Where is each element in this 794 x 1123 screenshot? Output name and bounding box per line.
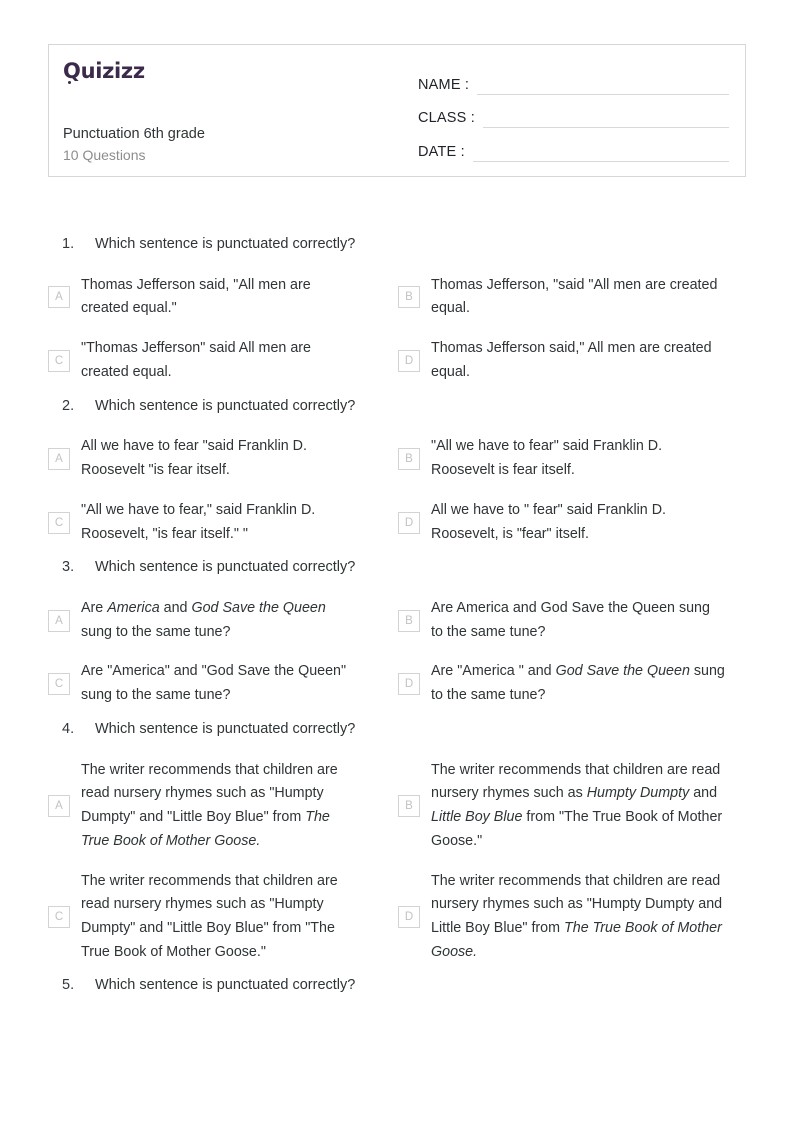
question-prompt: Which sentence is punctuated correctly? xyxy=(95,236,356,252)
answer-option-c[interactable]: C The writer recommends that children are… xyxy=(48,862,398,973)
quizizz-logo: Quizizz xyxy=(63,59,404,84)
answer-option-c[interactable]: C Are "America" and "God Save the Queen" … xyxy=(48,652,398,715)
question-number: 3. xyxy=(62,559,75,576)
date-input-line[interactable] xyxy=(472,161,729,163)
option-letter-badge: B xyxy=(398,609,420,632)
option-letter-badge: C xyxy=(48,673,70,696)
option-text: Thomas Jefferson, "said "All men are cre… xyxy=(431,276,718,317)
question-block: 2. Which sentence is punctuated correctly… xyxy=(48,396,748,555)
option-text: Are "America" and "God Save the Queen" s… xyxy=(81,663,347,704)
answer-option-c[interactable]: C "All we have to fear," said Franklin D.… xyxy=(48,491,398,554)
question-header: 4. Which sentence is punctuated correctly… xyxy=(48,719,748,741)
answer-option-b[interactable]: B Are America and God Save the Queen sung… xyxy=(398,589,748,652)
question-header: 3. Which sentence is punctuated correctly… xyxy=(48,557,748,579)
answer-option-d[interactable]: D All we have to " fear" said Franklin D.… xyxy=(398,491,748,554)
option-letter-badge: D xyxy=(398,905,420,928)
option-text: The writer recommends that children are … xyxy=(431,872,723,960)
question-prompt: Which sentence is punctuated correctly? xyxy=(95,559,356,576)
question-block: 1. Which sentence is punctuated correctly… xyxy=(48,234,748,393)
class-field-row: CLASS : xyxy=(418,95,729,129)
answer-options: A Thomas Jefferson said, "All men are cre… xyxy=(48,266,748,393)
option-letter-badge: C xyxy=(48,905,70,928)
option-letter-badge: C xyxy=(48,349,70,372)
answer-option-b[interactable]: B Thomas Jefferson, "said "All men are cr… xyxy=(398,266,748,329)
question-block: 4. Which sentence is punctuated correctly… xyxy=(48,719,748,973)
option-letter-badge: B xyxy=(398,286,420,309)
option-text: All we have to fear "said Franklin D. Ro… xyxy=(81,438,307,479)
question-block: 3. Which sentence is punctuated correctly… xyxy=(48,557,748,716)
question-header: 2. Which sentence is punctuated correctly… xyxy=(48,396,748,418)
logo-q-glyph: Q xyxy=(63,59,81,84)
option-letter-badge: D xyxy=(398,673,420,696)
logo-wordmark-rest: uizizz xyxy=(80,59,146,83)
question-prompt: Which sentence is punctuated correctly? xyxy=(95,977,356,994)
question-prompt: Which sentence is punctuated correctly? xyxy=(95,397,356,414)
question-count: 10 Questions xyxy=(63,147,146,164)
question-number: 2. xyxy=(62,397,75,414)
name-field-label: NAME : xyxy=(418,76,470,93)
date-field-row: DATE : xyxy=(418,128,729,163)
answer-option-a[interactable]: A Thomas Jefferson said, "All men are cre… xyxy=(48,266,398,329)
answer-option-b[interactable]: B The writer recommends that children are… xyxy=(398,751,748,862)
option-text: The writer recommends that children are … xyxy=(81,872,338,960)
option-text: All we have to " fear" said Franklin D. … xyxy=(431,501,667,542)
page-title: Punctuation 6th grade xyxy=(63,126,205,142)
question-number: 4. xyxy=(62,720,75,737)
student-info-fields: NAME : CLASS : DATE : xyxy=(404,45,745,176)
option-letter-badge: B xyxy=(398,795,420,818)
header-left-column: Quizizz Punctuation 6th grade 10 Questio… xyxy=(49,45,404,176)
option-text: "Thomas Jefferson" said All men are crea… xyxy=(81,340,312,380)
logo-q-dot-icon xyxy=(68,81,71,84)
question-header: 1. Which sentence is punctuated correctly… xyxy=(48,234,748,256)
questions-list: 1. Which sentence is punctuated correctly… xyxy=(48,234,748,1007)
option-letter-badge: A xyxy=(48,448,70,471)
class-field-label: CLASS : xyxy=(418,110,476,127)
answer-option-b[interactable]: B "All we have to fear" said Franklin D. … xyxy=(398,427,748,490)
name-field-row: NAME : xyxy=(418,61,729,95)
question-block: 5. Which sentence is punctuated correctly… xyxy=(48,975,748,997)
option-letter-badge: C xyxy=(48,511,70,534)
answer-option-d[interactable]: D Are "America " and God Save the Queen s… xyxy=(398,652,748,715)
answer-options: A Are America and God Save the Queen sung… xyxy=(48,589,748,716)
quiz-meta: Punctuation 6th grade 10 Questions xyxy=(63,124,404,165)
worksheet-header-card: Quizizz Punctuation 6th grade 10 Questio… xyxy=(48,44,746,177)
option-letter-badge: D xyxy=(398,349,420,372)
option-letter-badge: A xyxy=(48,609,70,632)
answer-options: A The writer recommends that children are… xyxy=(48,751,748,973)
question-header: 5. Which sentence is punctuated correctly… xyxy=(48,975,748,997)
option-text: The writer recommends that children are … xyxy=(81,761,338,849)
option-letter-badge: A xyxy=(48,286,70,309)
answer-option-a[interactable]: A All we have to fear "said Franklin D. R… xyxy=(48,427,398,490)
option-letter-badge: A xyxy=(48,795,70,818)
answer-option-a[interactable]: A Are America and God Save the Queen sung… xyxy=(48,589,398,652)
option-text: Thomas Jefferson said, "All men are crea… xyxy=(81,276,311,317)
answer-option-d[interactable]: D The writer recommends that children are… xyxy=(398,862,748,973)
option-letter-badge: D xyxy=(398,511,420,534)
option-text: Are "America " and God Save the Queen su… xyxy=(431,663,725,704)
question-number: 5. xyxy=(62,977,75,994)
date-field-label: DATE : xyxy=(418,144,465,161)
worksheet-page: Quizizz Punctuation 6th grade 10 Questio… xyxy=(0,0,794,1123)
answer-option-c[interactable]: C "Thomas Jefferson" said All men are cre… xyxy=(48,329,398,392)
answer-option-a[interactable]: A The writer recommends that children are… xyxy=(48,751,398,862)
option-text: Thomas Jefferson said," All men are crea… xyxy=(431,340,712,380)
option-text: "All we have to fear," said Franklin D. … xyxy=(81,501,316,542)
option-letter-badge: B xyxy=(398,448,420,471)
option-text: Are America and God Save the Queen sung … xyxy=(431,600,710,640)
answer-options: A All we have to fear "said Franklin D. R… xyxy=(48,427,748,554)
question-prompt: Which sentence is punctuated correctly? xyxy=(95,720,356,737)
option-text: "All we have to fear" said Franklin D. R… xyxy=(431,438,663,479)
option-text: Are America and God Save the Queen sung … xyxy=(81,600,326,640)
question-number: 1. xyxy=(62,236,75,252)
answer-option-d[interactable]: D Thomas Jefferson said," All men are cre… xyxy=(398,329,748,392)
option-text: The writer recommends that children are … xyxy=(431,761,723,849)
